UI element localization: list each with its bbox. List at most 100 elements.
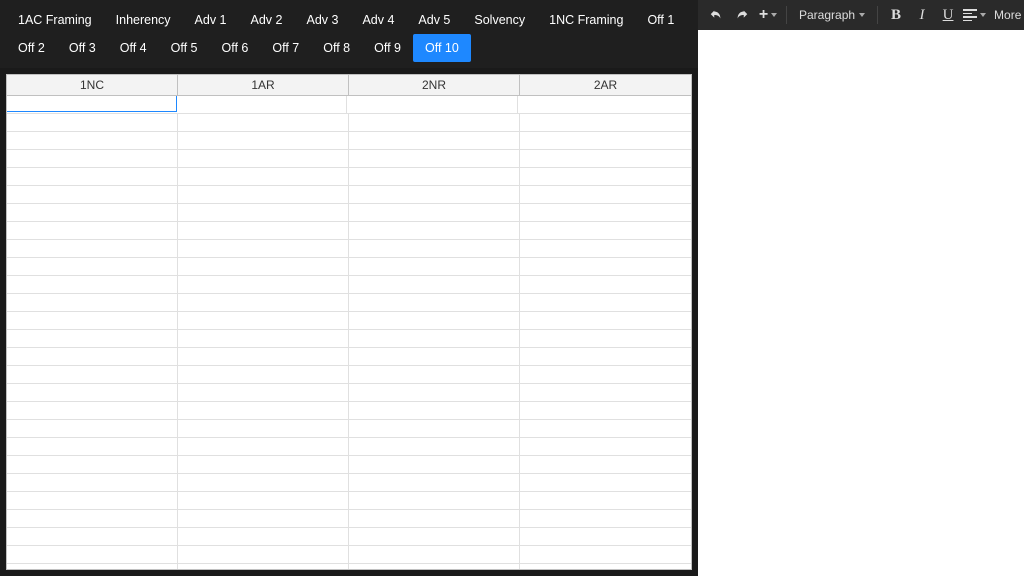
grid-cell[interactable]	[178, 222, 349, 239]
grid-cell[interactable]	[178, 438, 349, 455]
grid-cell[interactable]	[349, 474, 520, 491]
grid-cell[interactable]	[520, 474, 691, 491]
grid-cell[interactable]	[7, 528, 178, 545]
tab-adv-3[interactable]: Adv 3	[294, 6, 350, 34]
grid-cell[interactable]	[178, 258, 349, 275]
grid-cell[interactable]	[520, 546, 691, 563]
grid-cell[interactable]	[349, 150, 520, 167]
grid-cell[interactable]	[349, 528, 520, 545]
grid-cell[interactable]	[520, 276, 691, 293]
grid-cell[interactable]	[7, 168, 178, 185]
grid-cell[interactable]	[520, 330, 691, 347]
tab-off-10[interactable]: Off 10	[413, 34, 471, 62]
tab-off-1[interactable]: Off 1	[635, 6, 686, 34]
grid-cell[interactable]	[178, 492, 349, 509]
paragraph-style-dropdown[interactable]: Paragraph	[793, 8, 871, 22]
grid-cell[interactable]	[347, 96, 518, 113]
grid-cell[interactable]	[7, 240, 178, 257]
grid-cell[interactable]	[178, 168, 349, 185]
grid-cell[interactable]	[520, 132, 691, 149]
grid-cell[interactable]	[178, 114, 349, 131]
grid-cell[interactable]	[520, 510, 691, 527]
grid-cell[interactable]	[349, 114, 520, 131]
grid-cell[interactable]	[7, 258, 178, 275]
grid-cell[interactable]	[176, 96, 347, 113]
grid-cell[interactable]	[7, 420, 178, 437]
grid-cell[interactable]	[178, 564, 349, 569]
grid-cell[interactable]	[7, 456, 178, 473]
grid-body[interactable]	[7, 96, 691, 569]
grid-cell[interactable]	[178, 204, 349, 221]
grid-cell[interactable]	[349, 510, 520, 527]
grid-cell[interactable]	[7, 186, 178, 203]
grid-cell[interactable]	[520, 294, 691, 311]
grid-cell[interactable]	[7, 222, 178, 239]
editor-area[interactable]	[698, 30, 1024, 576]
align-button[interactable]	[962, 3, 986, 27]
grid-cell[interactable]	[7, 294, 178, 311]
grid-cell[interactable]	[7, 276, 178, 293]
grid-cell[interactable]	[349, 276, 520, 293]
grid-cell[interactable]	[7, 384, 178, 401]
grid-cell[interactable]	[349, 258, 520, 275]
grid-cell[interactable]	[7, 564, 178, 569]
grid-cell[interactable]	[520, 384, 691, 401]
tab-1ac-framing[interactable]: 1AC Framing	[6, 6, 104, 34]
grid-cell[interactable]	[349, 438, 520, 455]
grid-cell[interactable]	[349, 330, 520, 347]
tab-adv-1[interactable]: Adv 1	[183, 6, 239, 34]
tab-off-2[interactable]: Off 2	[6, 34, 57, 62]
grid-cell[interactable]	[520, 402, 691, 419]
grid-cell[interactable]	[520, 312, 691, 329]
grid-cell[interactable]	[178, 402, 349, 419]
bold-button[interactable]: B	[884, 3, 908, 27]
grid-cell[interactable]	[349, 312, 520, 329]
grid-cell[interactable]	[7, 114, 178, 131]
italic-button[interactable]: I	[910, 3, 934, 27]
grid-cell[interactable]	[349, 564, 520, 569]
grid-cell[interactable]	[178, 510, 349, 527]
column-header-2ar[interactable]: 2AR	[520, 75, 691, 95]
grid-cell[interactable]	[7, 330, 178, 347]
tab-off-3[interactable]: Off 3	[57, 34, 108, 62]
grid-cell[interactable]	[7, 492, 178, 509]
grid-cell[interactable]	[178, 330, 349, 347]
grid-cell[interactable]	[349, 240, 520, 257]
grid-cell[interactable]	[7, 132, 178, 149]
grid-cell[interactable]	[349, 204, 520, 221]
grid-cell[interactable]	[178, 294, 349, 311]
grid-cell[interactable]	[520, 492, 691, 509]
grid-cell[interactable]	[520, 186, 691, 203]
grid-cell[interactable]	[349, 348, 520, 365]
tab-inherency[interactable]: Inherency	[104, 6, 183, 34]
grid-cell[interactable]	[178, 474, 349, 491]
grid-cell[interactable]	[178, 456, 349, 473]
tab-1nc-framing[interactable]: 1NC Framing	[537, 6, 635, 34]
grid-cell[interactable]	[178, 420, 349, 437]
column-header-1ar[interactable]: 1AR	[178, 75, 349, 95]
grid-cell[interactable]	[520, 114, 691, 131]
grid-cell[interactable]	[7, 96, 177, 112]
grid-cell[interactable]	[349, 222, 520, 239]
grid-cell[interactable]	[349, 168, 520, 185]
tab-off-9[interactable]: Off 9	[362, 34, 413, 62]
grid-cell[interactable]	[520, 348, 691, 365]
tab-adv-2[interactable]: Adv 2	[239, 6, 295, 34]
grid-cell[interactable]	[178, 240, 349, 257]
tab-off-4[interactable]: Off 4	[108, 34, 159, 62]
grid-cell[interactable]	[178, 348, 349, 365]
grid-cell[interactable]	[7, 402, 178, 419]
tab-off-6[interactable]: Off 6	[210, 34, 261, 62]
grid-cell[interactable]	[349, 546, 520, 563]
grid-cell[interactable]	[349, 402, 520, 419]
grid-cell[interactable]	[7, 150, 178, 167]
tab-off-8[interactable]: Off 8	[311, 34, 362, 62]
grid-cell[interactable]	[520, 456, 691, 473]
grid-cell[interactable]	[349, 456, 520, 473]
grid-cell[interactable]	[349, 186, 520, 203]
grid-cell[interactable]	[349, 384, 520, 401]
column-header-1nc[interactable]: 1NC	[7, 75, 178, 95]
more-button[interactable]: More	[988, 8, 1024, 22]
redo-button[interactable]	[730, 3, 754, 27]
tab-adv-5[interactable]: Adv 5	[406, 6, 462, 34]
